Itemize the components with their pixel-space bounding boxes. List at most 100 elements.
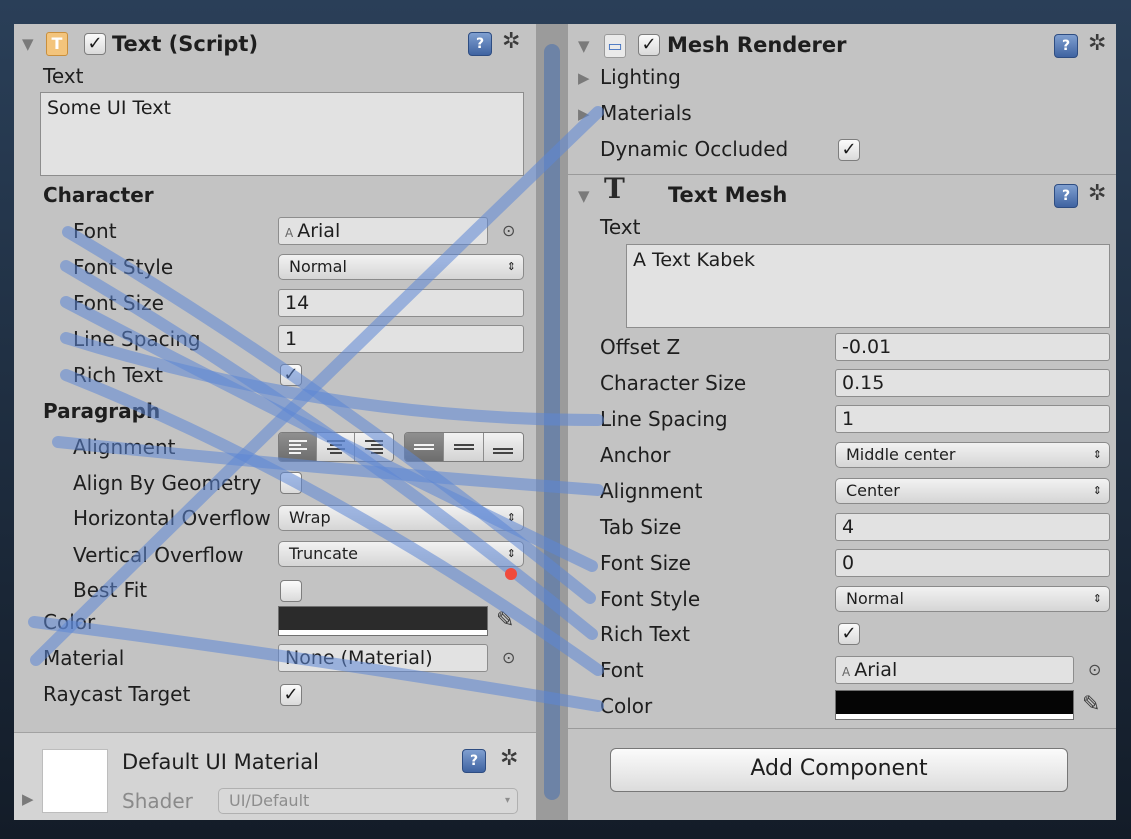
foldout-collapsed-icon[interactable]: ▶ bbox=[22, 787, 34, 811]
font-size-field[interactable]: 14 bbox=[278, 289, 524, 317]
character-size-field[interactable]: 0.15 bbox=[835, 369, 1110, 397]
font-label: Font bbox=[600, 658, 644, 682]
help-icon[interactable]: ? bbox=[468, 32, 492, 56]
dropdown-arrows-icon: ⇕ bbox=[1092, 484, 1102, 497]
object-picker-icon[interactable]: ⊙ bbox=[1088, 658, 1101, 682]
materials-foldout[interactable]: Materials bbox=[600, 100, 692, 126]
color-field[interactable] bbox=[278, 606, 488, 636]
alignment-value: Center bbox=[846, 481, 900, 500]
gear-icon[interactable]: ✲ bbox=[1088, 182, 1106, 206]
vertical-overflow-label: Vertical Overflow bbox=[73, 543, 244, 567]
text-mesh-text-input[interactable]: A Text Kabek bbox=[626, 244, 1110, 328]
font-style-label: Font Style bbox=[600, 587, 701, 611]
eyedropper-icon[interactable]: ✎ bbox=[496, 609, 514, 633]
line-spacing-label: Line Spacing bbox=[73, 327, 201, 351]
font-asset-icon: A bbox=[285, 226, 294, 240]
line-spacing-label: Line Spacing bbox=[600, 407, 728, 431]
dropdown-arrows-icon: ⇕ bbox=[506, 260, 516, 273]
dropdown-arrows-icon: ⇕ bbox=[506, 547, 516, 560]
align-middle-button[interactable] bbox=[444, 433, 484, 461]
align-left-button[interactable] bbox=[279, 433, 317, 461]
character-size-label: Character Size bbox=[600, 371, 747, 395]
text-script-enabled-checkbox[interactable]: ✓ bbox=[84, 33, 106, 55]
help-icon[interactable]: ? bbox=[462, 749, 486, 773]
font-size-label: Font Size bbox=[600, 551, 691, 575]
character-heading: Character bbox=[43, 183, 154, 207]
font-field[interactable]: A Arial bbox=[835, 656, 1074, 684]
align-top-button[interactable] bbox=[405, 433, 445, 461]
font-size-label: Font Size bbox=[73, 291, 164, 315]
material-title: Default UI Material bbox=[122, 750, 319, 774]
inspector-scrollbar[interactable] bbox=[536, 24, 568, 820]
mesh-renderer-enabled-checkbox[interactable]: ✓ bbox=[638, 34, 660, 56]
text-mesh-text-label: Text bbox=[600, 215, 641, 239]
font-field[interactable]: A Arial bbox=[278, 217, 488, 245]
align-right-button[interactable] bbox=[355, 433, 393, 461]
add-component-button[interactable]: Add Component bbox=[610, 748, 1068, 792]
alignment-select[interactable]: Center ⇕ bbox=[835, 478, 1110, 504]
font-style-select[interactable]: Normal ⇕ bbox=[278, 254, 524, 280]
align-center-button[interactable] bbox=[317, 433, 355, 461]
color-field[interactable] bbox=[835, 690, 1074, 720]
foldout-expanded-icon[interactable]: ▼ bbox=[22, 32, 34, 56]
alignment-label: Alignment bbox=[73, 435, 176, 459]
foldout-expanded-icon[interactable]: ▼ bbox=[578, 184, 590, 208]
help-icon[interactable]: ? bbox=[1054, 34, 1078, 58]
dynamic-occluded-label: Dynamic Occluded bbox=[600, 137, 789, 161]
horizontal-overflow-select[interactable]: Wrap ⇕ bbox=[278, 505, 524, 531]
vertical-overflow-select[interactable]: Truncate ⇕ bbox=[278, 541, 524, 567]
gear-icon[interactable]: ✲ bbox=[1088, 32, 1106, 56]
line-spacing-field[interactable]: 1 bbox=[835, 405, 1110, 433]
line-spacing-field[interactable]: 1 bbox=[278, 325, 524, 353]
shader-select: UI/Default ▾ bbox=[218, 788, 518, 814]
material-field[interactable]: None (Material) bbox=[278, 644, 488, 672]
component-title: Text (Script) bbox=[112, 32, 259, 56]
object-picker-icon[interactable]: ⊙ bbox=[502, 219, 515, 243]
tab-size-field[interactable]: 4 bbox=[835, 513, 1110, 541]
raycast-target-checkbox[interactable]: ✓ bbox=[280, 684, 302, 706]
align-bottom-button[interactable] bbox=[483, 433, 523, 461]
rich-text-checkbox[interactable]: ✓ bbox=[280, 364, 302, 386]
gear-icon[interactable]: ✲ bbox=[500, 747, 518, 771]
text-mesh-icon: T bbox=[604, 172, 625, 205]
text-mesh-inspector: ▼ ▭ ✓ Mesh Renderer ? ✲ ▶ Lighting ▶ Mat… bbox=[568, 24, 1116, 820]
tab-size-label: Tab Size bbox=[600, 515, 682, 539]
dynamic-occluded-checkbox[interactable]: ✓ bbox=[838, 139, 860, 161]
font-style-value: Normal bbox=[289, 257, 347, 276]
help-icon[interactable]: ? bbox=[1054, 184, 1078, 208]
component-divider bbox=[568, 728, 1116, 729]
foldout-collapsed-icon[interactable]: ▶ bbox=[578, 66, 590, 90]
text-mesh-title: Text Mesh bbox=[668, 183, 788, 207]
dropdown-arrows-icon: ⇕ bbox=[1092, 592, 1102, 605]
rich-text-checkbox[interactable]: ✓ bbox=[838, 623, 860, 645]
anchor-label: Anchor bbox=[600, 443, 671, 467]
font-style-label: Font Style bbox=[73, 255, 174, 279]
offset-z-field[interactable]: -0.01 bbox=[835, 333, 1110, 361]
alignment-label: Alignment bbox=[600, 479, 703, 503]
material-preview-footer: ▶ Default UI Material ? ✲ Shader UI/Defa… bbox=[14, 732, 536, 820]
horizontal-overflow-label-clip: Horizontal Overflow bbox=[73, 505, 278, 531]
align-by-geometry-checkbox[interactable] bbox=[280, 472, 302, 494]
eyedropper-icon[interactable]: ✎ bbox=[1082, 693, 1100, 717]
best-fit-checkbox[interactable] bbox=[280, 580, 302, 602]
dropdown-arrow-icon: ▾ bbox=[504, 795, 510, 806]
object-picker-icon[interactable]: ⊙ bbox=[502, 646, 515, 670]
font-asset-icon: A bbox=[842, 665, 851, 679]
scroll-thumb[interactable] bbox=[544, 44, 560, 800]
text-input[interactable]: Some UI Text bbox=[40, 92, 524, 176]
font-style-select[interactable]: Normal ⇕ bbox=[835, 586, 1110, 612]
shader-value: UI/Default bbox=[229, 791, 310, 810]
lighting-foldout[interactable]: Lighting bbox=[600, 64, 681, 90]
material-label: Material bbox=[43, 646, 125, 670]
anchor-select[interactable]: Middle center ⇕ bbox=[835, 442, 1110, 468]
foldout-expanded-icon[interactable]: ▼ bbox=[578, 34, 590, 58]
gear-icon[interactable]: ✲ bbox=[502, 30, 520, 54]
paragraph-heading: Paragraph bbox=[43, 399, 161, 423]
horizontal-alignment-group bbox=[278, 432, 394, 462]
font-value: Arial bbox=[854, 659, 898, 681]
text-component-icon: T bbox=[46, 32, 68, 56]
shader-label: Shader bbox=[122, 789, 193, 813]
foldout-collapsed-icon[interactable]: ▶ bbox=[578, 102, 590, 126]
vertical-alignment-group bbox=[404, 432, 524, 462]
font-size-field[interactable]: 0 bbox=[835, 549, 1110, 577]
